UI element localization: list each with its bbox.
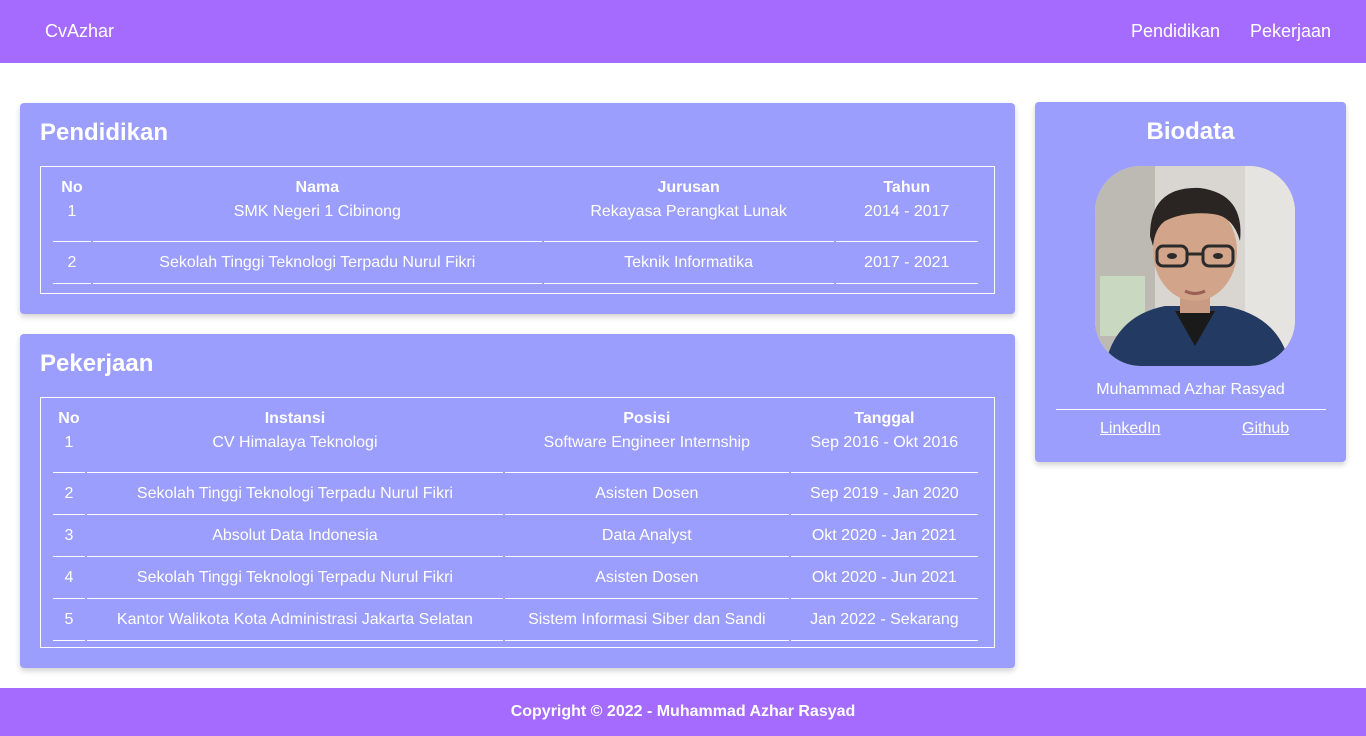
profile-name: Muhammad Azhar Rasyad bbox=[1096, 381, 1285, 398]
nav-link-pendidikan[interactable]: Pendidikan bbox=[1131, 20, 1220, 42]
cell-tanggal: Sep 2019 - Jan 2020 bbox=[790, 473, 978, 515]
cell-nama: Sekolah Tinggi Teknologi Terpadu Nurul F… bbox=[92, 242, 542, 284]
header-jurusan: Jurusan bbox=[657, 179, 720, 196]
nav-link-pekerjaan[interactable]: Pekerjaan bbox=[1250, 20, 1331, 42]
header-no: No bbox=[61, 179, 83, 196]
cell-tanggal: Sep 2016 - Okt 2016 bbox=[790, 431, 978, 473]
pekerjaan-title: Pekerjaan bbox=[40, 350, 154, 377]
navbar: CvAzhar Pendidikan Pekerjaan bbox=[0, 0, 1366, 63]
cell-no: 1 bbox=[53, 431, 85, 473]
linkedin-link[interactable]: LinkedIn bbox=[1100, 420, 1161, 438]
cell-jurusan: Rekayasa Perangkat Lunak bbox=[543, 200, 834, 242]
pendidikan-card: Pendidikan No Nama Jurusan Tahun 1 SMK N… bbox=[20, 103, 1015, 314]
pekerjaan-table-container: No Instansi Posisi Tanggal 1 CV Himalaya… bbox=[40, 397, 995, 648]
biodata-title: Biodata bbox=[1146, 118, 1235, 145]
biodata-card: Biodata Muhammad Azhar Rasyad LinkedIn G… bbox=[1035, 102, 1346, 462]
pendidikan-table: No Nama Jurusan Tahun 1 SMK Negeri 1 Cib… bbox=[51, 176, 980, 284]
pekerjaan-table: No Instansi Posisi Tanggal 1 CV Himalaya… bbox=[51, 407, 980, 641]
table-row: 5 Kantor Walikota Kota Administrasi Jaka… bbox=[53, 599, 978, 641]
table-row: 3 Absolut Data Indonesia Data Analyst Ok… bbox=[53, 515, 978, 557]
pekerjaan-card: Pekerjaan No Instansi Posisi Tanggal 1 C… bbox=[20, 334, 1015, 668]
cell-instansi: Absolut Data Indonesia bbox=[86, 515, 503, 557]
cell-jurusan: Teknik Informatika bbox=[543, 242, 834, 284]
cell-tahun: 2014 - 2017 bbox=[835, 200, 978, 242]
cell-no: 5 bbox=[53, 599, 85, 641]
pendidikan-table-container: No Nama Jurusan Tahun 1 SMK Negeri 1 Cib… bbox=[40, 166, 995, 294]
header-tanggal: Tanggal bbox=[854, 410, 915, 427]
cell-no: 2 bbox=[53, 473, 85, 515]
brand-link[interactable]: CvAzhar bbox=[45, 20, 114, 42]
cell-tanggal: Okt 2020 - Jun 2021 bbox=[790, 557, 978, 599]
cell-posisi: Asisten Dosen bbox=[504, 473, 789, 515]
footer: Copyright © 2022 - Muhammad Azhar Rasyad bbox=[0, 688, 1366, 736]
cell-posisi: Data Analyst bbox=[504, 515, 789, 557]
cell-instansi: CV Himalaya Teknologi bbox=[86, 431, 503, 473]
table-row: 1 SMK Negeri 1 Cibinong Rekayasa Perangk… bbox=[53, 200, 978, 242]
cell-instansi: Sekolah Tinggi Teknologi Terpadu Nurul F… bbox=[86, 557, 503, 599]
table-header-row: No Nama Jurusan Tahun bbox=[53, 176, 978, 200]
table-row: 4 Sekolah Tinggi Teknologi Terpadu Nurul… bbox=[53, 557, 978, 599]
table-row: 2 Sekolah Tinggi Teknologi Terpadu Nurul… bbox=[53, 473, 978, 515]
cell-nama: SMK Negeri 1 Cibinong bbox=[92, 200, 542, 242]
avatar bbox=[1095, 166, 1295, 366]
cell-posisi: Asisten Dosen bbox=[504, 557, 789, 599]
cell-no: 4 bbox=[53, 557, 85, 599]
profile-photo bbox=[1095, 166, 1295, 366]
cell-instansi: Sekolah Tinggi Teknologi Terpadu Nurul F… bbox=[86, 473, 503, 515]
cell-posisi: Sistem Informasi Siber dan Sandi bbox=[504, 599, 789, 641]
table-row: 1 CV Himalaya Teknologi Software Enginee… bbox=[53, 431, 978, 473]
header-no: No bbox=[58, 410, 80, 427]
cell-no: 2 bbox=[53, 242, 91, 284]
header-instansi: Instansi bbox=[264, 410, 326, 427]
divider bbox=[1056, 409, 1326, 410]
table-header-row: No Instansi Posisi Tanggal bbox=[53, 407, 978, 431]
header-posisi: Posisi bbox=[623, 410, 671, 427]
table-row: 2 Sekolah Tinggi Teknologi Terpadu Nurul… bbox=[53, 242, 978, 284]
cell-instansi: Kantor Walikota Kota Administrasi Jakart… bbox=[86, 599, 503, 641]
header-nama: Nama bbox=[295, 179, 340, 196]
pendidikan-title: Pendidikan bbox=[40, 119, 169, 146]
cell-no: 3 bbox=[53, 515, 85, 557]
copyright-text: Copyright © 2022 - Muhammad Azhar Rasyad bbox=[510, 703, 856, 720]
cell-tahun: 2017 - 2021 bbox=[835, 242, 978, 284]
github-link[interactable]: Github bbox=[1242, 420, 1289, 438]
cell-no: 1 bbox=[53, 200, 91, 242]
header-tahun: Tahun bbox=[883, 179, 931, 196]
cell-tanggal: Jan 2022 - Sekarang bbox=[790, 599, 978, 641]
cell-tanggal: Okt 2020 - Jan 2021 bbox=[790, 515, 978, 557]
cell-posisi: Software Engineer Internship bbox=[504, 431, 789, 473]
